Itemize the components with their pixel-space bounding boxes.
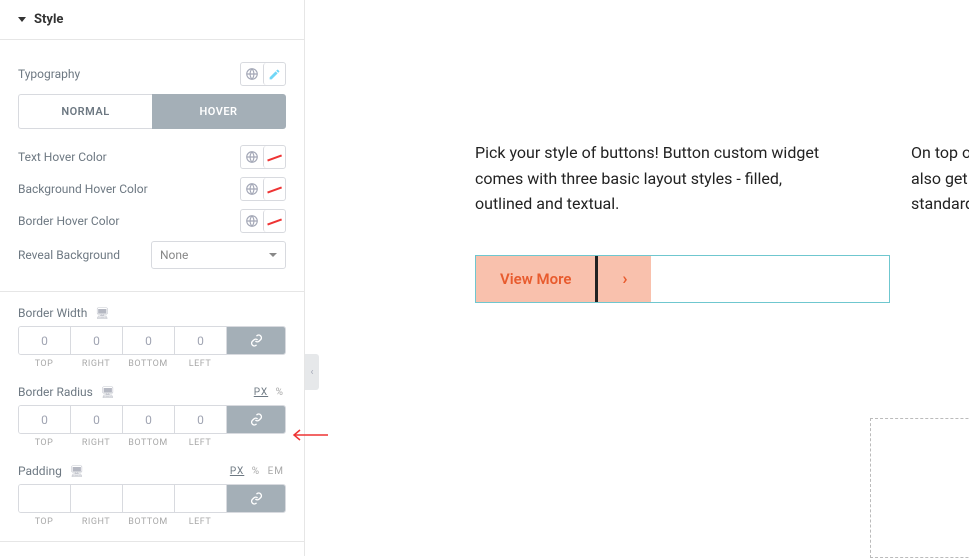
unit-px[interactable]: PX	[252, 387, 270, 398]
preview-text: Pick your style of buttons! Button custo…	[475, 140, 835, 217]
state-tabs: NORMAL HOVER	[18, 94, 286, 129]
padding-bottom[interactable]	[123, 485, 175, 512]
globe-icon[interactable]	[241, 210, 263, 232]
responsive-icon[interactable]: 🖥	[101, 386, 115, 399]
bg-hover-color-label: Background Hover Color	[18, 182, 148, 196]
reveal-bg-label: Reveal Background	[18, 248, 120, 262]
style-panel: Style Typography NORMAL HOVER Text Hover…	[0, 0, 305, 556]
text-hover-color-label: Text Hover Color	[18, 150, 107, 164]
globe-icon[interactable]	[241, 63, 263, 85]
preview-button-label: View More	[476, 256, 598, 302]
section-title: Style	[34, 12, 63, 27]
unit-em[interactable]: EM	[266, 466, 286, 477]
border-radius-top[interactable]	[19, 406, 71, 433]
padding-left[interactable]	[175, 485, 227, 512]
border-width-left[interactable]	[175, 327, 227, 354]
reveal-bg-select[interactable]: None	[151, 241, 286, 269]
tab-normal[interactable]: NORMAL	[18, 94, 152, 129]
unit-percent[interactable]: %	[274, 387, 286, 398]
chevron-right-icon: ›	[598, 256, 651, 302]
border-width-block: Border Width 🖥 TOPRIGHTBOTTOMLEFT Border…	[0, 292, 304, 542]
border-radius-left[interactable]	[175, 406, 227, 433]
section-header[interactable]: Style	[0, 0, 304, 40]
caret-down-icon	[18, 17, 26, 22]
border-radius-right[interactable]	[71, 406, 123, 433]
responsive-icon[interactable]: 🖥	[70, 465, 84, 478]
border-hover-color-swatch[interactable]	[263, 210, 285, 232]
typography-controls	[240, 62, 286, 86]
unit-percent[interactable]: %	[250, 466, 262, 477]
border-radius-units: PX %	[252, 387, 286, 398]
link-values-button[interactable]	[227, 485, 285, 512]
preview-canvas: Pick your style of buttons! Button custo…	[305, 0, 969, 556]
responsive-icon[interactable]: 🖥	[95, 307, 109, 320]
border-width-bottom[interactable]	[123, 327, 175, 354]
padding-top[interactable]	[19, 485, 71, 512]
border-radius-bottom[interactable]	[123, 406, 175, 433]
padding-units: PX % EM	[228, 466, 286, 477]
unit-px[interactable]: PX	[228, 466, 246, 477]
preview-text-right: On top of also get standard	[911, 140, 969, 217]
typography-block: Typography NORMAL HOVER Text Hover Color…	[0, 40, 304, 292]
typography-label: Typography	[18, 67, 80, 81]
padding-right[interactable]	[71, 485, 123, 512]
padding-label: Padding	[18, 464, 62, 478]
reveal-bg-value: None	[160, 248, 188, 262]
border-width-label: Border Width	[18, 306, 87, 320]
link-values-button[interactable]	[227, 327, 285, 354]
border-width-top[interactable]	[19, 327, 71, 354]
bg-hover-color-swatch[interactable]	[263, 178, 285, 200]
border-width-right[interactable]	[71, 327, 123, 354]
preview-button[interactable]: View More ›	[475, 255, 890, 303]
globe-icon[interactable]	[241, 178, 263, 200]
chevron-down-icon	[269, 253, 277, 257]
border-radius-label: Border Radius	[18, 385, 93, 399]
typography-row: Typography	[18, 62, 286, 86]
link-values-button[interactable]	[227, 406, 285, 433]
empty-widget-placeholder[interactable]	[870, 418, 969, 558]
globe-icon[interactable]	[241, 146, 263, 168]
tab-hover[interactable]: HOVER	[152, 94, 286, 129]
pencil-icon[interactable]	[263, 63, 285, 85]
border-hover-color-label: Border Hover Color	[18, 214, 119, 228]
text-hover-color-swatch[interactable]	[263, 146, 285, 168]
